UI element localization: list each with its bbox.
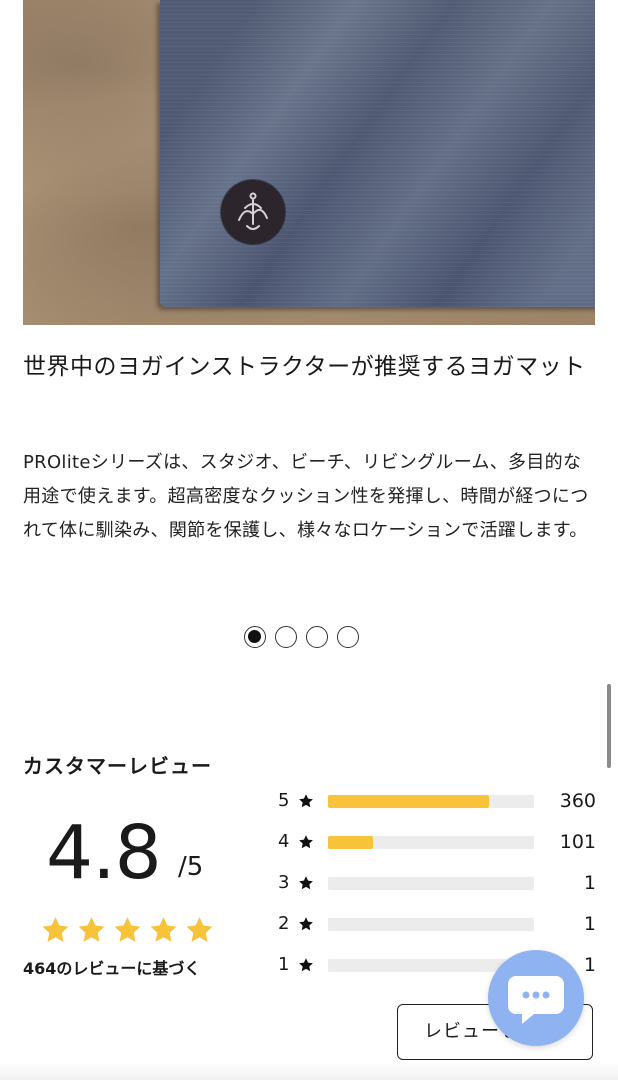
rating-bar-track (328, 877, 534, 890)
star-icon (186, 917, 213, 942)
rating-bar-track (328, 795, 534, 808)
star-icon (42, 917, 69, 942)
yoga-mat (160, 0, 595, 307)
reviews-title: カスタマーレビュー (23, 754, 212, 778)
rating-bar-track (328, 836, 534, 849)
rating-row-star-label: 4 (278, 831, 290, 852)
product-description: PROliteシリーズは、スタジオ、ビーチ、リビングルーム、多目的な用途で使えま… (23, 452, 589, 541)
star-icon (299, 835, 313, 849)
brand-logo-icon (221, 180, 285, 244)
rating-row-count: 1 (583, 913, 596, 935)
rating-row-count: 1 (583, 954, 596, 976)
chat-bubble-icon[interactable] (488, 950, 584, 1046)
star-icon (299, 876, 313, 890)
rating-row-count: 1 (583, 872, 596, 894)
rating-row-count: 101 (559, 831, 596, 853)
rating-row-star-label: 1 (278, 954, 290, 975)
star-icon (114, 917, 141, 942)
rating-row-5[interactable]: 5 360 (278, 786, 598, 818)
carousel-dot-1[interactable] (244, 626, 266, 648)
carousel-dot-3[interactable] (306, 626, 328, 648)
star-icon (299, 958, 313, 972)
rating-stars (40, 915, 215, 945)
rating-row-4[interactable]: 4 101 (278, 827, 598, 859)
review-count: 464のレビューに基づく (23, 959, 201, 978)
rating-max: /5 (178, 852, 204, 882)
product-headline: 世界中のヨガインストラクターが推奨するヨガマット (23, 354, 586, 380)
star-icon (150, 917, 177, 942)
star-icon (78, 917, 105, 942)
star-icon (299, 794, 313, 808)
rating-row-count: 360 (559, 790, 596, 812)
carousel-dots (244, 626, 359, 648)
rating-row-star-label: 3 (278, 872, 290, 893)
star-icon (299, 917, 313, 931)
bottom-edge (0, 1062, 618, 1080)
rating-bar-fill (328, 836, 374, 849)
average-rating: 4.8 (46, 810, 162, 896)
rating-row-3[interactable]: 3 1 (278, 868, 598, 900)
rating-row-star-label: 5 (278, 790, 290, 811)
rating-bar-track (328, 918, 534, 931)
rating-row-2[interactable]: 2 1 (278, 909, 598, 941)
product-image (23, 0, 595, 325)
carousel-dot-2[interactable] (275, 626, 297, 648)
carousel-dot-4[interactable] (337, 626, 359, 648)
scrollbar[interactable] (607, 684, 611, 768)
rating-bar-fill (328, 795, 489, 808)
rating-row-star-label: 2 (278, 913, 290, 934)
